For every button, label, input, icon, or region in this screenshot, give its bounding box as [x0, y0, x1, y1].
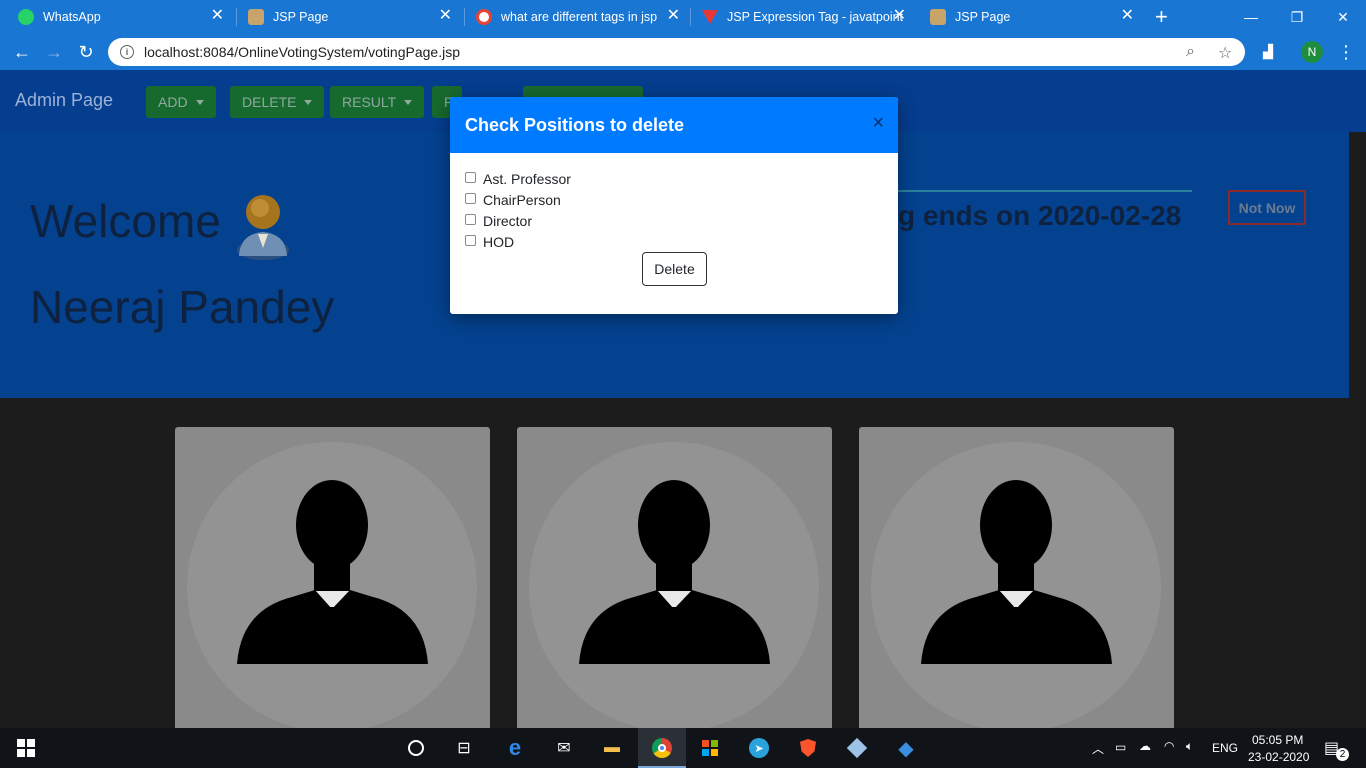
wifi-icon[interactable]: ◠ — [1164, 739, 1174, 753]
volume-icon[interactable]: 🔈︎ — [1186, 739, 1193, 754]
show-hidden-icons[interactable]: ︿ — [1092, 740, 1104, 757]
url-text: localhost:8084/OnlineVotingSystem/voting… — [144, 44, 460, 60]
option-label: HOD — [483, 234, 515, 250]
task-view-icon[interactable]: ⊟ — [452, 736, 476, 760]
extension-icon[interactable]: ▟ — [1256, 40, 1280, 64]
zoom-search-icon[interactable]: ⌕ — [1186, 43, 1195, 61]
option-label: Director — [483, 213, 533, 229]
tab-title: JSP Expression Tag - javatpoint — [727, 10, 904, 24]
close-icon[interactable]: ✕ — [1121, 8, 1134, 24]
result-dropdown-button[interactable]: RESULT — [330, 86, 425, 118]
checkbox[interactable] — [465, 234, 476, 246]
jsp-icon — [248, 9, 264, 25]
tab-title: WhatsApp — [43, 10, 101, 24]
new-tab-button[interactable]: + — [1155, 4, 1168, 30]
bookmark-star-icon[interactable]: ☆ — [1218, 43, 1232, 63]
tab-google-search[interactable]: what are different tags in jsp - ✕ — [458, 0, 692, 34]
chrome-icon[interactable] — [650, 736, 674, 760]
restore-button[interactable]: ❐ — [1274, 0, 1320, 34]
store-icon[interactable] — [698, 736, 722, 760]
browser-tab-bar: WhatsApp ✕ JSP Page ✕ what are different… — [0, 0, 1366, 34]
profile-avatar[interactable]: N — [1301, 41, 1323, 63]
reload-icon[interactable]: ↻ — [74, 40, 98, 64]
brave-icon[interactable] — [796, 736, 820, 760]
tab-title: what are different tags in jsp - — [501, 10, 661, 24]
javatpoint-icon — [702, 10, 718, 24]
close-icon[interactable]: ✕ — [893, 8, 906, 24]
button-label: ADD — [158, 94, 188, 110]
person-silhouette-icon — [187, 442, 477, 728]
jsp-icon — [930, 9, 946, 25]
address-bar-row: ← → ↻ i localhost:8084/OnlineVotingSyste… — [0, 34, 1366, 70]
tab-whatsapp[interactable]: WhatsApp ✕ — [0, 0, 236, 34]
username-heading: Neeraj Pandey — [30, 281, 335, 333]
add-dropdown-button[interactable]: ADD — [146, 86, 216, 118]
caret-down-icon — [304, 99, 313, 105]
position-option[interactable]: Director — [465, 211, 532, 231]
caret-down-icon — [195, 99, 204, 105]
language-indicator[interactable]: ENG — [1212, 741, 1238, 755]
minimize-button[interactable]: — — [1228, 0, 1274, 34]
navbar-brand[interactable]: Admin Page — [15, 90, 113, 111]
netbeans-icon[interactable]: ◆ — [894, 736, 918, 760]
mail-icon[interactable]: ✉ — [552, 736, 576, 760]
edge-icon[interactable]: e — [503, 735, 527, 760]
person-silhouette-icon — [529, 442, 819, 728]
onedrive-icon[interactable]: ☁ — [1139, 739, 1151, 753]
candidate-card[interactable] — [517, 427, 832, 728]
modal-header: Check Positions to delete × — [450, 97, 898, 153]
back-arrow-icon[interactable]: ← — [10, 40, 34, 64]
close-window-button[interactable]: ✕ — [1320, 0, 1366, 34]
user-avatar-icon — [237, 195, 289, 260]
checkbox[interactable] — [465, 171, 476, 183]
close-icon[interactable]: × — [872, 113, 884, 133]
clock-date[interactable]: 23-02-2020 — [1248, 750, 1309, 764]
tab-jsp-page-1[interactable]: JSP Page ✕ — [230, 0, 464, 34]
candidate-card[interactable] — [175, 427, 490, 728]
whatsapp-icon — [18, 9, 34, 25]
tab-javatpoint[interactable]: JSP Expression Tag - javatpoint ✕ — [684, 0, 918, 34]
position-option[interactable]: HOD — [465, 232, 514, 252]
button-label: DELETE — [242, 94, 297, 110]
forward-arrow-icon[interactable]: → — [42, 40, 66, 64]
candidate-card[interactable] — [859, 427, 1174, 728]
delete-positions-modal: Check Positions to delete × Ast. Profess… — [450, 97, 898, 314]
windows-start-icon[interactable] — [14, 736, 38, 760]
caret-down-icon — [404, 99, 413, 105]
close-icon[interactable]: ✕ — [667, 8, 680, 24]
notification-count-badge: 2 — [1336, 748, 1349, 761]
not-now-button[interactable]: Not Now — [1228, 190, 1306, 225]
option-label: Ast. Professor — [483, 171, 571, 187]
checkbox[interactable] — [465, 192, 476, 204]
clock-time[interactable]: 05:05 PM — [1252, 733, 1303, 747]
voting-end-text: g ends on 2020-02-28 — [898, 200, 1182, 231]
cortana-search-icon[interactable] — [404, 736, 428, 760]
tab-title: JSP Page — [955, 10, 1011, 24]
close-icon[interactable]: ✕ — [439, 8, 452, 24]
battery-icon[interactable]: ▭ — [1115, 740, 1126, 754]
delete-dropdown-button[interactable]: DELETE — [230, 86, 325, 118]
info-icon[interactable]: i — [120, 45, 134, 59]
close-icon[interactable]: ✕ — [211, 8, 224, 24]
button-label: RESULT — [342, 94, 397, 110]
virtualbox-icon[interactable] — [845, 736, 869, 760]
windows-taskbar: ⊟ e ✉ ▬ ➤ ◆ ︿ ▭ ☁ ◠ 🔈︎ ENG 05:05 PM 23-0… — [0, 728, 1366, 768]
tab-jsp-page-active[interactable]: JSP Page ✕ — [912, 0, 1146, 34]
modal-title: Check Positions to delete — [465, 115, 685, 135]
file-explorer-icon[interactable]: ▬ — [600, 736, 624, 760]
welcome-heading: Welcome — [30, 195, 221, 247]
position-option[interactable]: Ast. Professor — [465, 169, 571, 189]
google-icon — [476, 9, 492, 25]
option-label: ChairPerson — [483, 192, 561, 208]
position-option[interactable]: ChairPerson — [465, 190, 561, 210]
person-silhouette-icon — [871, 442, 1161, 728]
url-input[interactable]: i localhost:8084/OnlineVotingSystem/voti… — [108, 38, 1245, 66]
delete-button[interactable]: Delete — [642, 252, 707, 286]
tab-title: JSP Page — [273, 10, 329, 24]
divider-line — [898, 190, 1192, 192]
telegram-icon[interactable]: ➤ — [747, 736, 771, 760]
checkbox[interactable] — [465, 213, 476, 225]
menu-icon[interactable]: ⋮ — [1334, 40, 1358, 64]
